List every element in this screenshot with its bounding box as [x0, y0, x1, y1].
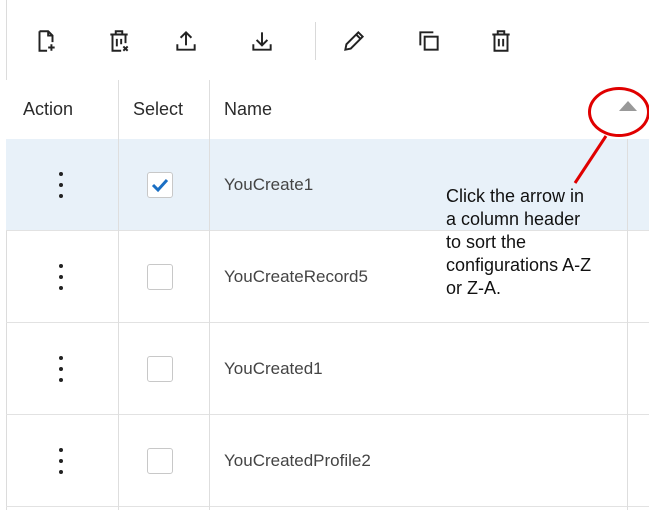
upload-icon — [176, 30, 196, 51]
table-row[interactable]: YouCreatedProfile2 — [6, 415, 649, 507]
edit-icon — [344, 30, 365, 51]
column-header-name[interactable]: Name — [224, 80, 272, 139]
new-file-button[interactable] — [31, 26, 61, 56]
row-name: YouCreatedProfile2 — [224, 451, 371, 470]
copy-icon — [419, 31, 439, 51]
row-select-checkbox[interactable] — [147, 172, 173, 198]
column-divider — [118, 80, 119, 510]
row-name: YouCreateRecord5 — [224, 267, 368, 286]
delete-selected-icon — [110, 30, 129, 52]
row-action-menu-icon[interactable] — [56, 264, 66, 290]
new-file-icon — [38, 30, 55, 52]
upload-button[interactable] — [171, 26, 201, 56]
row-name: YouCreate1 — [224, 175, 314, 194]
row-select-checkbox[interactable] — [147, 356, 173, 382]
row-select-checkbox[interactable] — [147, 448, 173, 474]
download-icon — [252, 32, 272, 51]
column-header-action: Action — [23, 99, 74, 119]
table-row[interactable]: YouCreated1 — [6, 323, 649, 415]
edit-button[interactable] — [339, 26, 369, 56]
trash-icon — [492, 30, 510, 52]
row-action-menu-icon[interactable] — [56, 356, 66, 382]
toolbar-separator — [315, 22, 316, 60]
row-select-checkbox[interactable] — [147, 264, 173, 290]
row-action-menu-icon[interactable] — [56, 448, 66, 474]
annotation-callout: Click the arrow in a column header to so… — [446, 186, 592, 298]
download-button[interactable] — [247, 26, 277, 56]
toolbar — [6, 0, 649, 81]
grid-header: Action Select Name — [6, 80, 649, 140]
checkmark-icon — [151, 178, 169, 193]
trash-button[interactable] — [486, 26, 516, 56]
highlight-circle — [588, 87, 649, 137]
row-name: YouCreated1 — [224, 359, 323, 378]
column-divider — [209, 80, 210, 510]
delete-selected-button[interactable] — [104, 26, 134, 56]
row-action-menu-icon[interactable] — [56, 172, 66, 198]
copy-button[interactable] — [414, 26, 444, 56]
column-header-select: Select — [133, 99, 184, 119]
